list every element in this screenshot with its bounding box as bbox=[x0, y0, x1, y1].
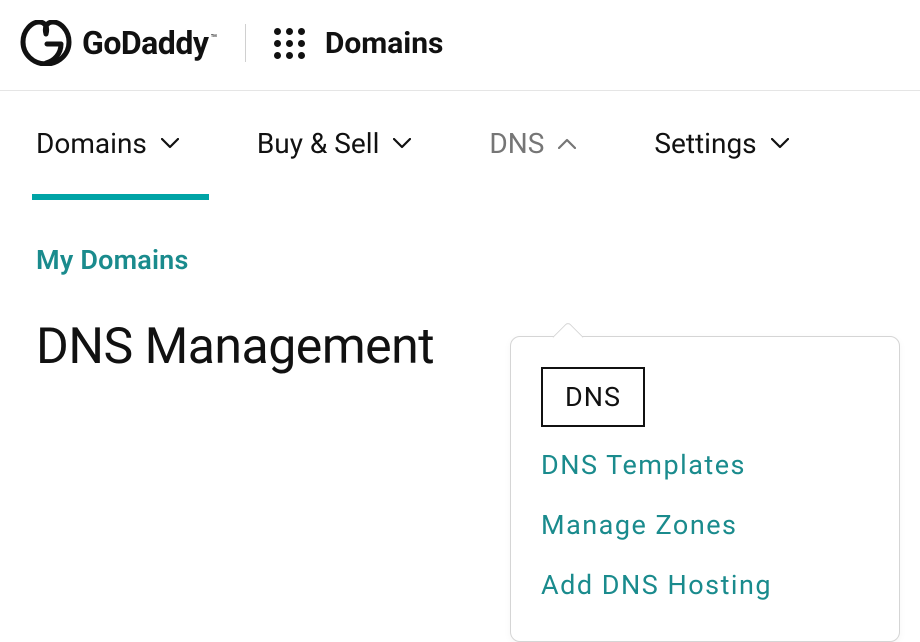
brand-name: GoDaddy™ bbox=[82, 24, 217, 62]
tab-navigation: Domains Buy & Sell DNS Settings bbox=[0, 91, 920, 200]
tab-label: Domains bbox=[36, 127, 147, 160]
dropdown-item-dns[interactable]: DNS bbox=[541, 367, 645, 427]
brand-logo[interactable]: GoDaddy™ bbox=[20, 20, 217, 66]
dropdown-item-dns-templates[interactable]: DNS Templates bbox=[541, 435, 869, 495]
tab-dns[interactable]: DNS bbox=[489, 127, 576, 200]
tab-settings[interactable]: Settings bbox=[654, 127, 788, 200]
dropdown-item-add-dns-hosting[interactable]: Add DNS Hosting bbox=[541, 555, 869, 615]
tab-buy-sell[interactable]: Buy & Sell bbox=[257, 127, 412, 200]
dropdown-item-manage-zones[interactable]: Manage Zones bbox=[541, 495, 869, 555]
content-area: My Domains DNS Management DNS DNS Templa… bbox=[0, 244, 920, 376]
chevron-down-icon bbox=[161, 138, 179, 149]
chevron-down-icon bbox=[771, 138, 789, 149]
tab-domains[interactable]: Domains bbox=[36, 127, 179, 200]
tab-label: DNS bbox=[489, 127, 544, 160]
dns-dropdown: DNS DNS Templates Manage Zones Add DNS H… bbox=[510, 336, 900, 642]
top-header: GoDaddy™ Domains bbox=[0, 0, 920, 91]
chevron-up-icon bbox=[558, 138, 576, 149]
tab-label: Settings bbox=[654, 127, 756, 160]
header-divider bbox=[245, 24, 246, 62]
apps-group: Domains bbox=[274, 26, 444, 61]
dropdown-panel: DNS DNS Templates Manage Zones Add DNS H… bbox=[510, 336, 900, 642]
godaddy-logo-icon bbox=[20, 20, 72, 66]
section-label[interactable]: Domains bbox=[325, 26, 444, 61]
tab-label: Buy & Sell bbox=[257, 127, 380, 160]
chevron-down-icon bbox=[393, 138, 411, 149]
breadcrumb[interactable]: My Domains bbox=[36, 244, 884, 276]
apps-grid-icon[interactable] bbox=[274, 28, 305, 59]
